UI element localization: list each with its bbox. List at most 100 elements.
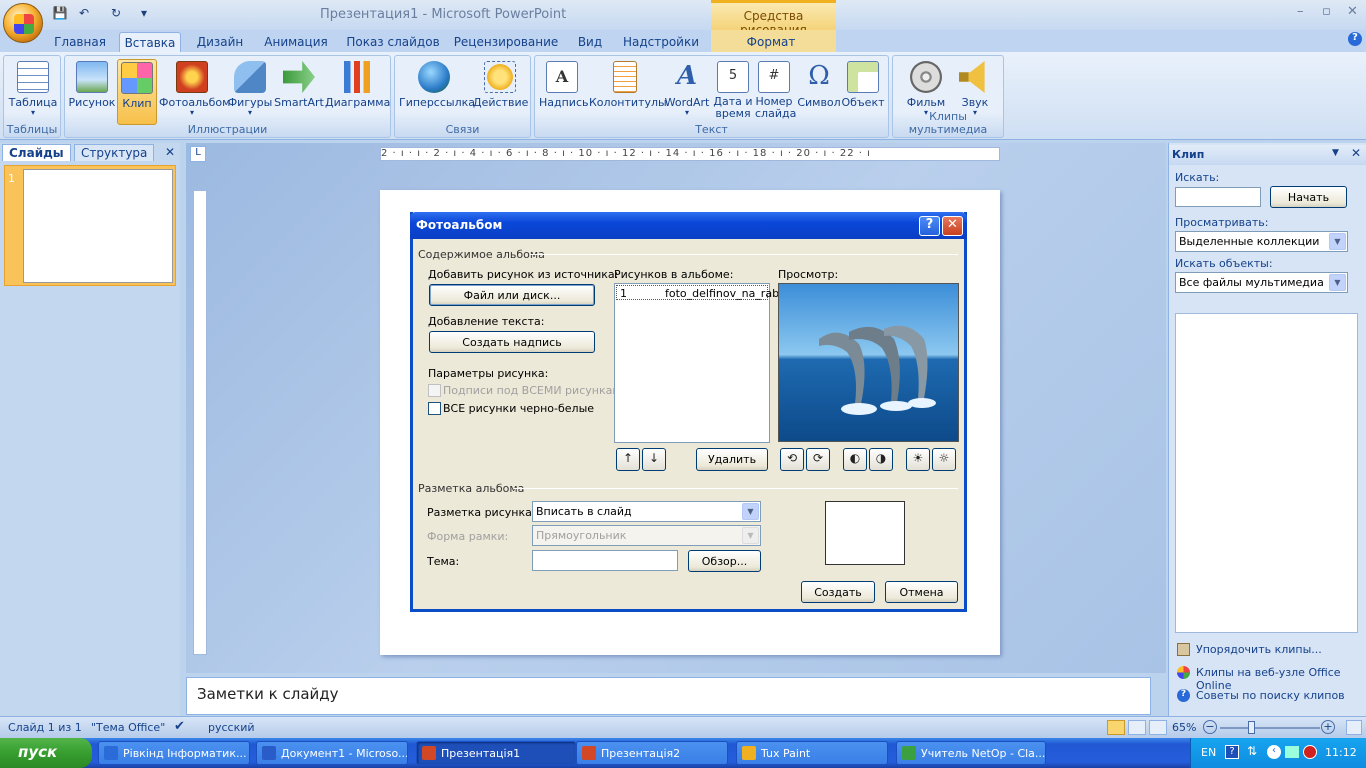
- normal-view-icon[interactable]: [1107, 720, 1125, 735]
- tray-app-icon[interactable]: [1285, 746, 1299, 758]
- chevron-down-icon[interactable]: ▼: [1329, 274, 1346, 291]
- list-item[interactable]: 1 foto_delfinov_na_rab: [616, 285, 779, 300]
- pane-menu-chevron-icon[interactable]: ▼: [1332, 148, 1339, 158]
- picture-layout-select[interactable]: Вписать в слайд ▼: [532, 501, 761, 522]
- shapes-button[interactable]: Фигуры ▾: [227, 59, 273, 123]
- results-type-select[interactable]: Все файлы мультимедиа ▼: [1175, 272, 1348, 293]
- taskbar-item[interactable]: Презентація2: [576, 741, 728, 765]
- wordart-button[interactable]: A WordArt ▾: [663, 59, 711, 123]
- tab-slideshow[interactable]: Показ слайдов: [343, 32, 443, 52]
- restore-button[interactable]: ▫: [1322, 4, 1331, 19]
- close-pane-icon[interactable]: ✕: [165, 145, 175, 159]
- network-icon[interactable]: ⇅: [1247, 744, 1257, 758]
- taskbar-item[interactable]: Tux Paint: [736, 741, 888, 765]
- taskbar-item[interactable]: Учитель NetOp - Cla...: [896, 741, 1046, 765]
- date-time-button[interactable]: 5 Дата и время: [713, 59, 753, 123]
- brightness-down-icon[interactable]: ☼: [932, 448, 956, 471]
- remove-button[interactable]: Удалить: [696, 448, 768, 471]
- language[interactable]: русский: [208, 721, 255, 734]
- create-button[interactable]: Создать: [801, 581, 875, 603]
- tab-format[interactable]: Формат: [740, 32, 802, 52]
- start-button[interactable]: пуск: [0, 738, 92, 768]
- horizontal-ruler[interactable]: 2 · ı · ı · 2 · ı · 4 · ı · 6 · ı · 8 · …: [380, 147, 1000, 161]
- tab-outline[interactable]: Структура: [74, 144, 155, 161]
- clip-results-area[interactable]: [1175, 313, 1358, 633]
- notes-pane[interactable]: Заметки к слайду: [186, 677, 1151, 715]
- theme-input[interactable]: [532, 550, 678, 571]
- chevron-down-icon[interactable]: ▼: [742, 503, 759, 520]
- dialog-help-button[interactable]: ?: [919, 216, 940, 236]
- all-bw-label[interactable]: ВСЕ рисунки черно-белые: [443, 402, 594, 415]
- hyperlink-button[interactable]: Гиперссылка: [399, 59, 475, 123]
- slide-number-button[interactable]: # Номер слайда: [755, 59, 796, 123]
- zoom-level[interactable]: 65%: [1172, 721, 1196, 734]
- go-button[interactable]: Начать: [1270, 186, 1347, 208]
- contrast-up-icon[interactable]: ◐: [843, 448, 867, 471]
- smartart-button[interactable]: SmartArt: [273, 59, 325, 123]
- tab-stop-selector[interactable]: L: [190, 146, 206, 162]
- chart-button[interactable]: Диаграмма: [325, 59, 390, 123]
- header-footer-button[interactable]: Колонтитулы: [589, 59, 667, 123]
- textbox-button[interactable]: A Надпись: [539, 59, 589, 123]
- look-in-select[interactable]: Выделенные коллекции ▼: [1175, 231, 1348, 252]
- zoom-slider[interactable]: [1220, 727, 1320, 729]
- save-icon[interactable]: 💾: [52, 6, 68, 22]
- file-or-disk-button[interactable]: Файл или диск...: [429, 284, 595, 306]
- tab-home[interactable]: Главная: [48, 32, 112, 52]
- rotate-right-icon[interactable]: ⟳: [806, 448, 830, 471]
- all-bw-checkbox[interactable]: [428, 402, 441, 415]
- minimize-button[interactable]: –: [1297, 4, 1304, 19]
- opera-icon[interactable]: [1303, 745, 1317, 759]
- tab-addins[interactable]: Надстройки: [618, 32, 704, 52]
- clip-button[interactable]: Клип: [117, 59, 157, 125]
- slide-sorter-icon[interactable]: [1128, 720, 1146, 735]
- tray-arrow-icon[interactable]: ‹: [1267, 745, 1281, 759]
- move-down-button[interactable]: ↓: [642, 448, 666, 471]
- qat-more-icon[interactable]: ▾: [136, 6, 152, 22]
- help-icon[interactable]: ?: [1348, 32, 1362, 46]
- organize-clips-link[interactable]: Упорядочить клипы...: [1196, 643, 1322, 656]
- brightness-up-icon[interactable]: ☀: [906, 448, 930, 471]
- browse-button[interactable]: Обзор...: [688, 550, 761, 572]
- tab-review[interactable]: Рецензирование: [450, 32, 562, 52]
- taskbar-item[interactable]: Документ1 - Microso...: [256, 741, 408, 765]
- tab-view[interactable]: Вид: [570, 32, 610, 52]
- zoom-out-icon[interactable]: −: [1203, 720, 1217, 734]
- cancel-button[interactable]: Отмена: [885, 581, 958, 603]
- vertical-ruler[interactable]: [193, 190, 207, 655]
- pictures-listbox[interactable]: 1 foto_delfinov_na_rab: [614, 283, 779, 443]
- tab-insert[interactable]: Вставка: [119, 32, 181, 52]
- search-tips-link[interactable]: Советы по поиску клипов: [1196, 689, 1345, 702]
- close-window-button[interactable]: ✕: [1347, 4, 1358, 19]
- undo-icon[interactable]: ↶: [76, 6, 92, 22]
- slideshow-view-icon[interactable]: [1149, 720, 1167, 735]
- office-button[interactable]: [3, 3, 43, 43]
- search-input[interactable]: [1175, 187, 1261, 207]
- redo-icon[interactable]: ↻: [108, 6, 124, 22]
- taskbar-item[interactable]: Рівкінд Інформатик...: [98, 741, 250, 765]
- move-up-button[interactable]: ↑: [616, 448, 640, 471]
- dialog-close-button[interactable]: ✕: [942, 216, 963, 236]
- tab-design[interactable]: Дизайн: [190, 32, 250, 52]
- help-icon[interactable]: ?: [1225, 745, 1239, 759]
- fit-to-window-icon[interactable]: [1346, 720, 1362, 735]
- symbol-button[interactable]: Ω Символ: [797, 59, 841, 123]
- rotate-left-icon[interactable]: ⟲: [780, 448, 804, 471]
- language-indicator[interactable]: EN: [1201, 746, 1216, 759]
- table-button[interactable]: Таблица ▾: [6, 59, 60, 123]
- zoom-slider-thumb[interactable]: [1248, 721, 1255, 734]
- contrast-down-icon[interactable]: ◑: [869, 448, 893, 471]
- theme-name[interactable]: "Тема Office": [91, 721, 165, 734]
- picture-button[interactable]: Рисунок: [67, 59, 117, 123]
- photo-album-button[interactable]: Фотоальбом ▾: [159, 59, 230, 123]
- tab-slides[interactable]: Слайды: [2, 144, 71, 161]
- object-button[interactable]: Объект: [841, 59, 885, 123]
- action-button[interactable]: Действие: [473, 59, 528, 123]
- create-caption-button[interactable]: Создать надпись: [429, 331, 595, 353]
- taskbar-item-active[interactable]: Презентація1: [416, 741, 576, 765]
- close-pane-icon[interactable]: ✕: [1351, 146, 1361, 160]
- spellcheck-icon[interactable]: ✔: [174, 719, 185, 734]
- chevron-down-icon[interactable]: ▼: [1329, 233, 1346, 250]
- zoom-in-icon[interactable]: +: [1321, 720, 1335, 734]
- tab-animation[interactable]: Анимация: [258, 32, 334, 52]
